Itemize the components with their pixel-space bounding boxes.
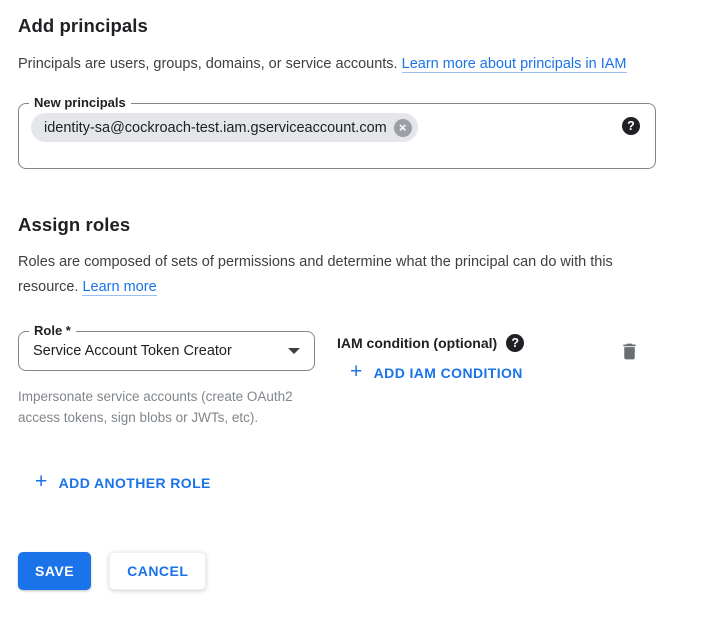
principal-chip-label: identity-sa@cockroach-test.iam.gservicea… xyxy=(44,120,387,136)
add-iam-condition-button[interactable]: + ADD IAM CONDITION xyxy=(350,365,523,381)
iam-condition-column: IAM condition (optional) ? + ADD IAM CON… xyxy=(337,331,524,384)
assign-roles-paragraph: Roles are composed of sets of permission… xyxy=(18,250,618,300)
principal-chip[interactable]: identity-sa@cockroach-test.iam.gservicea… xyxy=(31,113,418,142)
iam-condition-label: IAM condition (optional) xyxy=(337,335,497,351)
add-principals-panel: Add principals Principals are users, gro… xyxy=(0,0,713,590)
plus-icon: + xyxy=(350,364,363,380)
add-another-role-label: ADD ANOTHER ROLE xyxy=(59,475,211,491)
remove-principal-icon[interactable]: × xyxy=(394,119,412,137)
iam-condition-help-icon[interactable]: ? xyxy=(506,334,524,352)
add-another-role-button[interactable]: + ADD ANOTHER ROLE xyxy=(35,475,211,491)
delete-role-button[interactable] xyxy=(619,341,640,362)
role-selected-value: Service Account Token Creator xyxy=(33,343,288,359)
page-title: Add principals xyxy=(18,15,695,37)
principals-help-icon[interactable]: ? xyxy=(622,117,640,135)
plus-icon: + xyxy=(35,474,48,490)
learn-more-roles-link[interactable]: Learn more xyxy=(82,279,156,296)
role-column: Role * Service Account Token Creator Imp… xyxy=(18,331,315,428)
role-row: Role * Service Account Token Creator Imp… xyxy=(18,331,695,428)
intro-text: Principals are users, groups, domains, o… xyxy=(18,56,398,72)
role-select[interactable]: Role * Service Account Token Creator xyxy=(18,331,315,371)
action-bar: SAVE CANCEL xyxy=(18,552,695,590)
iam-condition-label-row: IAM condition (optional) ? xyxy=(337,334,524,352)
save-button[interactable]: SAVE xyxy=(18,552,91,590)
dropdown-arrow-icon xyxy=(288,348,300,354)
cancel-button[interactable]: CANCEL xyxy=(109,552,206,590)
assign-roles-title: Assign roles xyxy=(18,214,695,236)
trash-icon xyxy=(619,341,640,362)
learn-more-principals-link[interactable]: Learn more about principals in IAM xyxy=(402,56,627,73)
role-description: Impersonate service accounts (create OAu… xyxy=(18,386,310,428)
role-label: Role * xyxy=(29,323,76,338)
new-principals-label: New principals xyxy=(29,95,131,110)
add-iam-condition-label: ADD IAM CONDITION xyxy=(374,365,523,381)
new-principals-field[interactable]: New principals identity-sa@cockroach-tes… xyxy=(18,103,656,169)
intro-paragraph: Principals are users, groups, domains, o… xyxy=(18,52,658,77)
